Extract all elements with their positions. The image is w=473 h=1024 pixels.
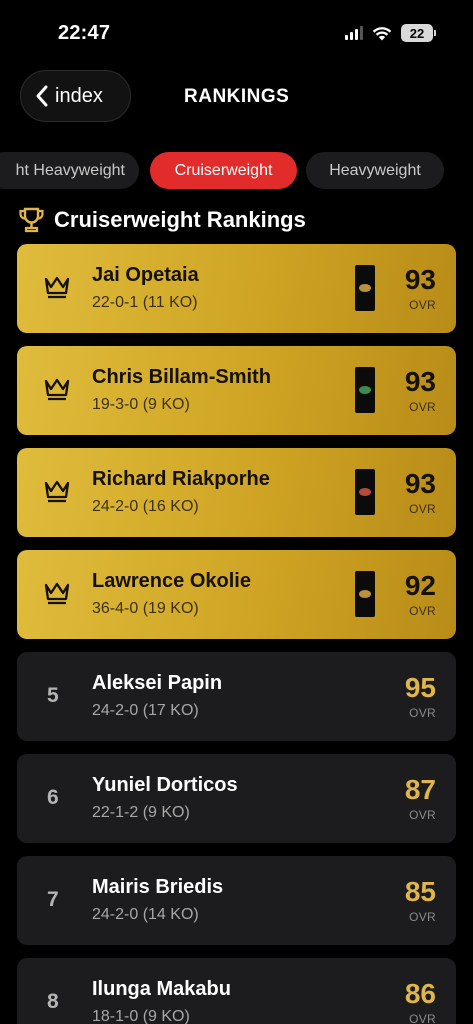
champion-card[interactable]: Chris Billam-Smith 19-3-0 (9 KO) 93 OVR	[17, 346, 456, 435]
status-icons: 22	[345, 24, 436, 42]
ranking-card[interactable]: 7 Mairis Briedis 24-2-0 (14 KO) 85 OVR	[17, 856, 456, 945]
ovr-label: OVR	[409, 502, 436, 516]
crown-icon	[44, 276, 70, 299]
fighter-name: Richard Riakporhe	[92, 468, 270, 490]
ovr-rating: 93	[404, 366, 436, 397]
champion-card[interactable]: Jai Opetaia 22-0-1 (11 KO) 93 OVR	[17, 244, 456, 333]
status-bar: 22:47 22	[0, 0, 473, 60]
crown-icon	[44, 378, 70, 401]
wifi-icon	[372, 26, 392, 40]
battery-level: 22	[409, 25, 425, 41]
rank-number: 8	[47, 990, 59, 1013]
ovr-label: OVR	[409, 298, 436, 312]
status-time: 22:47	[58, 22, 111, 44]
crown-icon	[44, 480, 70, 503]
fighter-name: Ilunga Makabu	[92, 978, 231, 1000]
back-label: index	[55, 84, 103, 107]
back-button[interactable]: index	[20, 70, 131, 122]
fighter-record: 36-4-0 (19 KO)	[92, 600, 199, 617]
ovr-label: OVR	[409, 808, 436, 822]
fighter-record: 22-0-1 (11 KO)	[92, 294, 198, 311]
fighter-record: 24-2-0 (16 KO)	[92, 498, 199, 515]
tab-light-heavyweight[interactable]: ht Heavyweight	[0, 152, 139, 189]
ovr-rating: 87	[404, 774, 436, 805]
fighter-record: 24-2-0 (14 KO)	[92, 906, 199, 923]
fighter-name: Lawrence Okolie	[92, 570, 251, 592]
fighter-name: Yuniel Dorticos	[92, 774, 238, 796]
nav-bar: index RANKINGS	[0, 70, 473, 124]
champion-card[interactable]: Richard Riakporhe 24-2-0 (16 KO) 93 OVR	[17, 448, 456, 537]
section-header: Cruiserweight Rankings	[18, 206, 306, 234]
ovr-label: OVR	[409, 910, 436, 924]
rank-number: 6	[47, 786, 59, 809]
ovr-rating: 93	[404, 468, 436, 499]
ovr-rating: 85	[404, 876, 436, 907]
champion-card[interactable]: Lawrence Okolie 36-4-0 (19 KO) 92 OVR	[17, 550, 456, 639]
championship-belt-icon	[355, 469, 375, 515]
ovr-label: OVR	[409, 604, 436, 618]
ovr-rating: 92	[404, 570, 436, 601]
chevron-left-icon	[36, 85, 48, 107]
fighter-record: 22-1-2 (9 KO)	[92, 804, 190, 821]
tab-cruiserweight[interactable]: Cruiserweight	[150, 152, 297, 189]
fighter-name: Aleksei Papin	[92, 672, 223, 694]
championship-belt-icon	[355, 265, 375, 311]
ovr-label: OVR	[409, 1012, 436, 1024]
battery-icon: 22	[401, 24, 436, 42]
section-title: Cruiserweight Rankings	[54, 207, 306, 232]
rank-number: 7	[47, 888, 59, 911]
tab-heavyweight[interactable]: Heavyweight	[306, 152, 444, 189]
ovr-rating: 86	[404, 978, 436, 1009]
page-title: RANKINGS	[184, 86, 290, 107]
rank-number: 5	[47, 684, 59, 707]
ovr-label: OVR	[409, 706, 436, 720]
fighter-name: Jai Opetaia	[92, 264, 199, 286]
ranking-card[interactable]: 8 Ilunga Makabu 18-1-0 (9 KO) 86 OVR	[17, 958, 456, 1024]
fighter-name: Chris Billam-Smith	[92, 366, 271, 388]
trophy-icon	[19, 207, 44, 233]
ovr-rating: 95	[404, 672, 436, 703]
fighter-record: 19-3-0 (9 KO)	[92, 396, 190, 413]
crown-icon	[44, 582, 70, 605]
signal-icon	[345, 26, 363, 40]
championship-belt-icon	[355, 367, 375, 413]
fighter-record: 18-1-0 (9 KO)	[92, 1008, 190, 1024]
fighter-record: 24-2-0 (17 KO)	[92, 702, 199, 719]
ovr-label: OVR	[409, 400, 436, 414]
ranking-card[interactable]: 6 Yuniel Dorticos 22-1-2 (9 KO) 87 OVR	[17, 754, 456, 843]
ovr-rating: 93	[404, 264, 436, 295]
weight-class-tabs: ht Heavyweight Cruiserweight Heavyweight	[0, 152, 473, 190]
ranking-card[interactable]: 5 Aleksei Papin 24-2-0 (17 KO) 95 OVR	[17, 652, 456, 741]
championship-belt-icon	[355, 571, 375, 617]
fighter-name: Mairis Briedis	[92, 876, 224, 898]
